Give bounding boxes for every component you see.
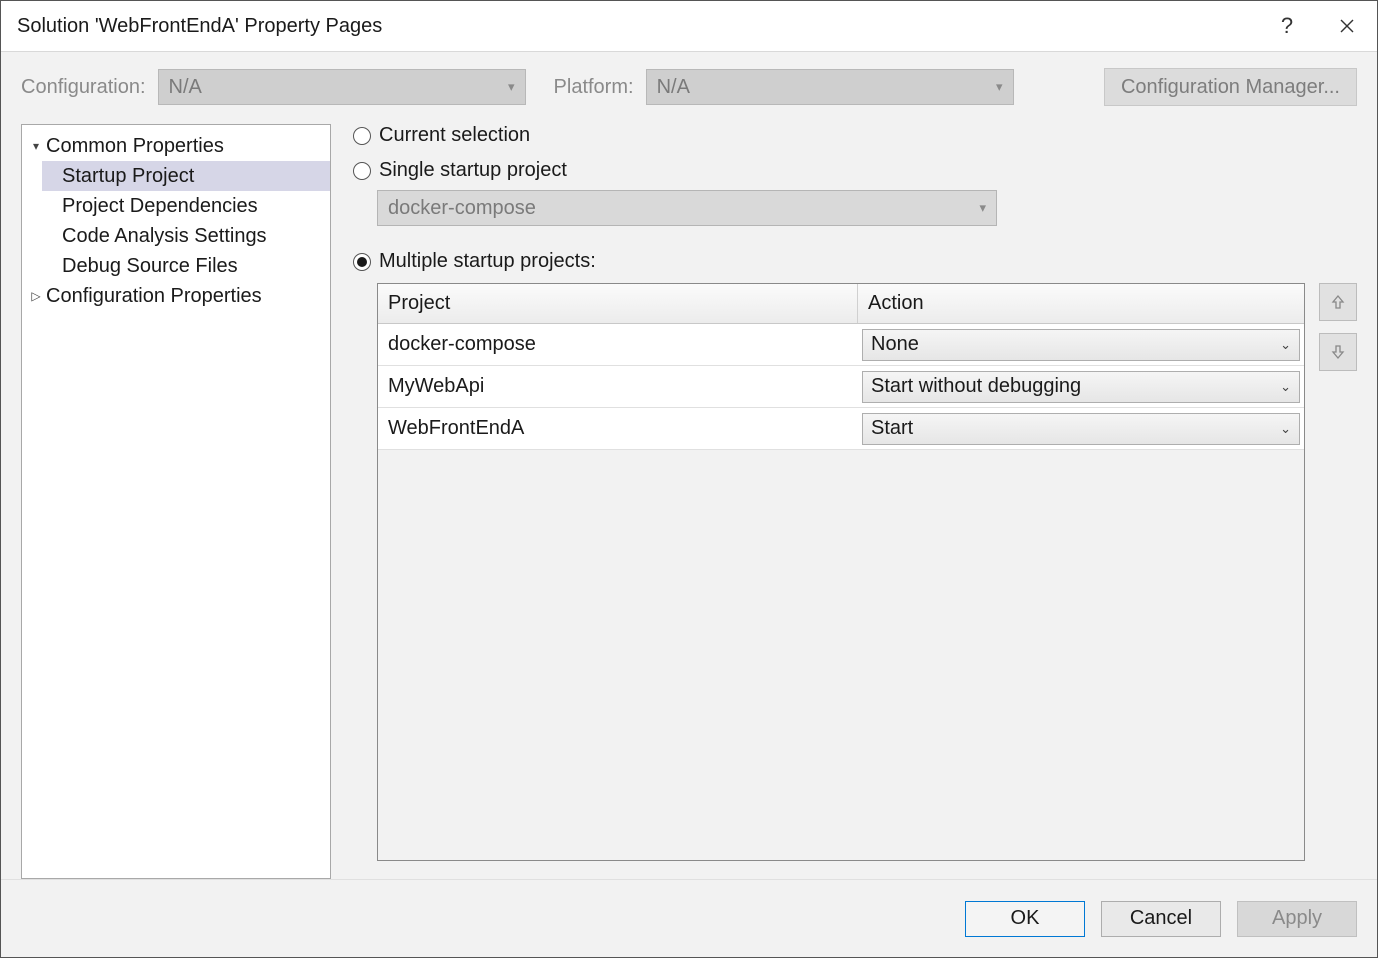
config-row: Configuration: N/A ▾ Platform: N/A ▾ Con… [21, 68, 1357, 106]
ok-button[interactable]: OK [965, 901, 1085, 937]
projects-grid[interactable]: Project Action docker-compose None ⌄ [377, 283, 1305, 861]
move-up-button[interactable] [1319, 283, 1357, 321]
collapsed-icon: ▷ [28, 289, 44, 303]
table-row[interactable]: MyWebApi Start without debugging ⌄ [378, 366, 1304, 408]
radio-single-startup[interactable]: Single startup project [353, 159, 1357, 182]
grid-header: Project Action [378, 284, 1304, 324]
col-project[interactable]: Project [378, 284, 858, 323]
col-action[interactable]: Action [858, 284, 1304, 323]
radio-multiple-startup[interactable]: Multiple startup projects: [353, 250, 1357, 273]
dialog-footer: OK Cancel Apply [1, 879, 1377, 957]
titlebar: Solution 'WebFrontEndA' Property Pages ? [1, 1, 1377, 51]
radio-icon [353, 253, 371, 271]
cell-project: docker-compose [378, 333, 858, 356]
tree-project-dependencies[interactable]: Project Dependencies [22, 191, 330, 221]
cancel-button[interactable]: Cancel [1101, 901, 1221, 937]
single-startup-value: docker-compose [388, 197, 536, 220]
table-row[interactable]: WebFrontEndA Start ⌄ [378, 408, 1304, 450]
button-label: Cancel [1130, 907, 1192, 930]
close-icon [1340, 19, 1354, 33]
tree-startup-project[interactable]: Startup Project [42, 161, 330, 191]
window-title: Solution 'WebFrontEndA' Property Pages [17, 15, 1257, 38]
configuration-combo: N/A ▾ [158, 69, 526, 105]
tree-common-properties[interactable]: ▾ Common Properties [22, 131, 330, 161]
arrow-down-icon [1330, 344, 1346, 360]
table-row[interactable]: docker-compose None ⌄ [378, 324, 1304, 366]
content-area: Configuration: N/A ▾ Platform: N/A ▾ Con… [1, 51, 1377, 879]
radio-label: Current selection [379, 124, 530, 147]
close-button[interactable] [1317, 1, 1377, 51]
action-combo[interactable]: Start without debugging ⌄ [862, 371, 1300, 403]
platform-label: Platform: [554, 76, 634, 99]
single-startup-combo: docker-compose ▾ [377, 190, 997, 226]
radio-icon [353, 162, 371, 180]
cell-action: Start without debugging ⌄ [858, 369, 1304, 405]
platform-value: N/A [657, 76, 690, 99]
arrow-up-icon [1330, 294, 1346, 310]
startup-project-pane: Current selection Single startup project… [353, 124, 1357, 879]
multiple-startup-area: Project Action docker-compose None ⌄ [377, 283, 1357, 861]
property-pages-dialog: Solution 'WebFrontEndA' Property Pages ?… [0, 0, 1378, 958]
configuration-manager-button: Configuration Manager... [1104, 68, 1357, 106]
tree-label: Startup Project [62, 165, 194, 188]
configuration-manager-label: Configuration Manager... [1121, 76, 1340, 99]
radio-label: Single startup project [379, 159, 567, 182]
reorder-buttons [1319, 283, 1357, 861]
action-value: Start without debugging [871, 375, 1081, 398]
button-label: OK [1011, 907, 1040, 930]
chevron-down-icon: ▾ [508, 79, 515, 95]
chevron-down-icon: ⌄ [1280, 421, 1291, 437]
cell-action: None ⌄ [858, 327, 1304, 363]
tree-label: Debug Source Files [62, 255, 238, 278]
tree-code-analysis-settings[interactable]: Code Analysis Settings [22, 221, 330, 251]
grid-body: docker-compose None ⌄ MyWebApi [378, 324, 1304, 450]
radio-icon [353, 127, 371, 145]
help-button[interactable]: ? [1257, 1, 1317, 51]
radio-label: Multiple startup projects: [379, 250, 596, 273]
radio-current-selection[interactable]: Current selection [353, 124, 1357, 147]
tree-configuration-properties[interactable]: ▷ Configuration Properties [22, 281, 330, 311]
button-label: Apply [1272, 907, 1322, 930]
action-combo[interactable]: Start ⌄ [862, 413, 1300, 445]
tree-debug-source-files[interactable]: Debug Source Files [22, 251, 330, 281]
action-combo[interactable]: None ⌄ [862, 329, 1300, 361]
platform-combo: N/A ▾ [646, 69, 1014, 105]
configuration-label: Configuration: [21, 76, 146, 99]
move-down-button[interactable] [1319, 333, 1357, 371]
cell-action: Start ⌄ [858, 411, 1304, 447]
action-value: Start [871, 417, 913, 440]
cell-project: MyWebApi [378, 375, 858, 398]
category-tree[interactable]: ▾ Common Properties Startup Project Proj… [21, 124, 331, 879]
cell-project: WebFrontEndA [378, 417, 858, 440]
action-value: None [871, 333, 919, 356]
chevron-down-icon: ⌄ [1280, 337, 1291, 353]
tree-label: Common Properties [46, 135, 224, 158]
tree-label: Project Dependencies [62, 195, 258, 218]
configuration-value: N/A [169, 76, 202, 99]
chevron-down-icon: ▾ [996, 79, 1003, 95]
tree-label: Code Analysis Settings [62, 225, 267, 248]
chevron-down-icon: ▾ [979, 200, 986, 216]
expanded-icon: ▾ [28, 139, 44, 153]
main-row: ▾ Common Properties Startup Project Proj… [21, 124, 1357, 879]
apply-button: Apply [1237, 901, 1357, 937]
chevron-down-icon: ⌄ [1280, 379, 1291, 395]
tree-label: Configuration Properties [46, 285, 262, 308]
